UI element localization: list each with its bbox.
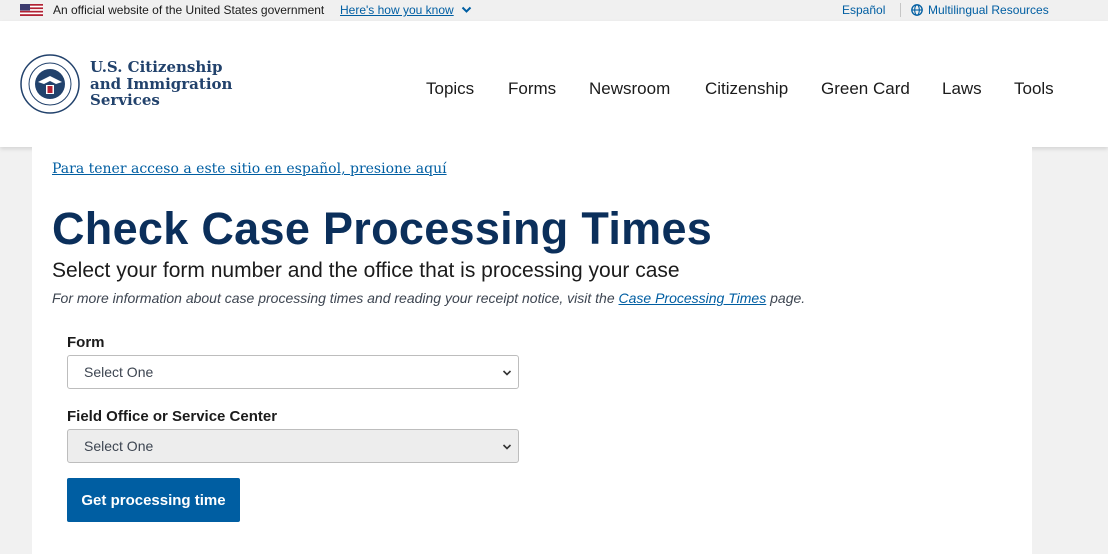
multilingual-resources-link[interactable]: Multilingual Resources bbox=[928, 3, 1049, 17]
agency-name-line: and Immigration bbox=[90, 74, 233, 93]
espanol-link[interactable]: Español bbox=[842, 3, 885, 17]
spanish-site-link[interactable]: Para tener acceso a este sitio en españo… bbox=[52, 161, 447, 177]
banner-divider bbox=[900, 3, 901, 17]
nav-topics[interactable]: Topics bbox=[426, 79, 474, 99]
get-processing-time-button[interactable]: Get processing time bbox=[67, 478, 240, 522]
nav-green-card[interactable]: Green Card bbox=[821, 79, 910, 99]
dhs-seal-icon[interactable] bbox=[20, 54, 80, 114]
form-select-value: Select One bbox=[84, 364, 154, 380]
nav-citizenship[interactable]: Citizenship bbox=[705, 79, 788, 99]
nav-tools[interactable]: Tools bbox=[1014, 79, 1054, 99]
form-select[interactable]: Select One bbox=[67, 355, 519, 389]
agency-name-line: U.S. Citizenship bbox=[90, 58, 223, 76]
chevron-down-icon[interactable] bbox=[461, 4, 472, 15]
site-header: U.S. Citizenship and Immigration Service… bbox=[0, 21, 1108, 147]
office-select[interactable]: Select One bbox=[67, 429, 519, 463]
agency-name[interactable]: U.S. Citizenship and Immigration Service… bbox=[90, 59, 232, 109]
office-select-value: Select One bbox=[84, 438, 154, 454]
globe-icon bbox=[911, 4, 923, 16]
chevron-down-icon bbox=[502, 444, 512, 450]
nav-laws[interactable]: Laws bbox=[942, 79, 982, 99]
chevron-down-icon bbox=[502, 370, 512, 376]
case-processing-times-link[interactable]: Case Processing Times bbox=[619, 290, 767, 306]
page-title: Check Case Processing Times bbox=[52, 203, 713, 254]
agency-name-line: Services bbox=[90, 91, 160, 109]
office-label: Field Office or Service Center bbox=[67, 408, 278, 425]
info-suffix: page. bbox=[770, 290, 806, 306]
form-label: Form bbox=[67, 334, 105, 351]
page-subtitle: Select your form number and the office t… bbox=[52, 259, 680, 282]
how-you-know-link[interactable]: Here's how you know bbox=[340, 3, 454, 17]
info-prefix: For more information about case processi… bbox=[52, 290, 615, 306]
us-flag-icon bbox=[20, 4, 43, 16]
nav-newsroom[interactable]: Newsroom bbox=[589, 79, 670, 99]
gov-banner: An official website of the United States… bbox=[0, 0, 1108, 21]
info-text: For more information about case processi… bbox=[52, 290, 805, 306]
official-site-text: An official website of the United States… bbox=[53, 3, 325, 17]
nav-forms[interactable]: Forms bbox=[508, 79, 556, 99]
